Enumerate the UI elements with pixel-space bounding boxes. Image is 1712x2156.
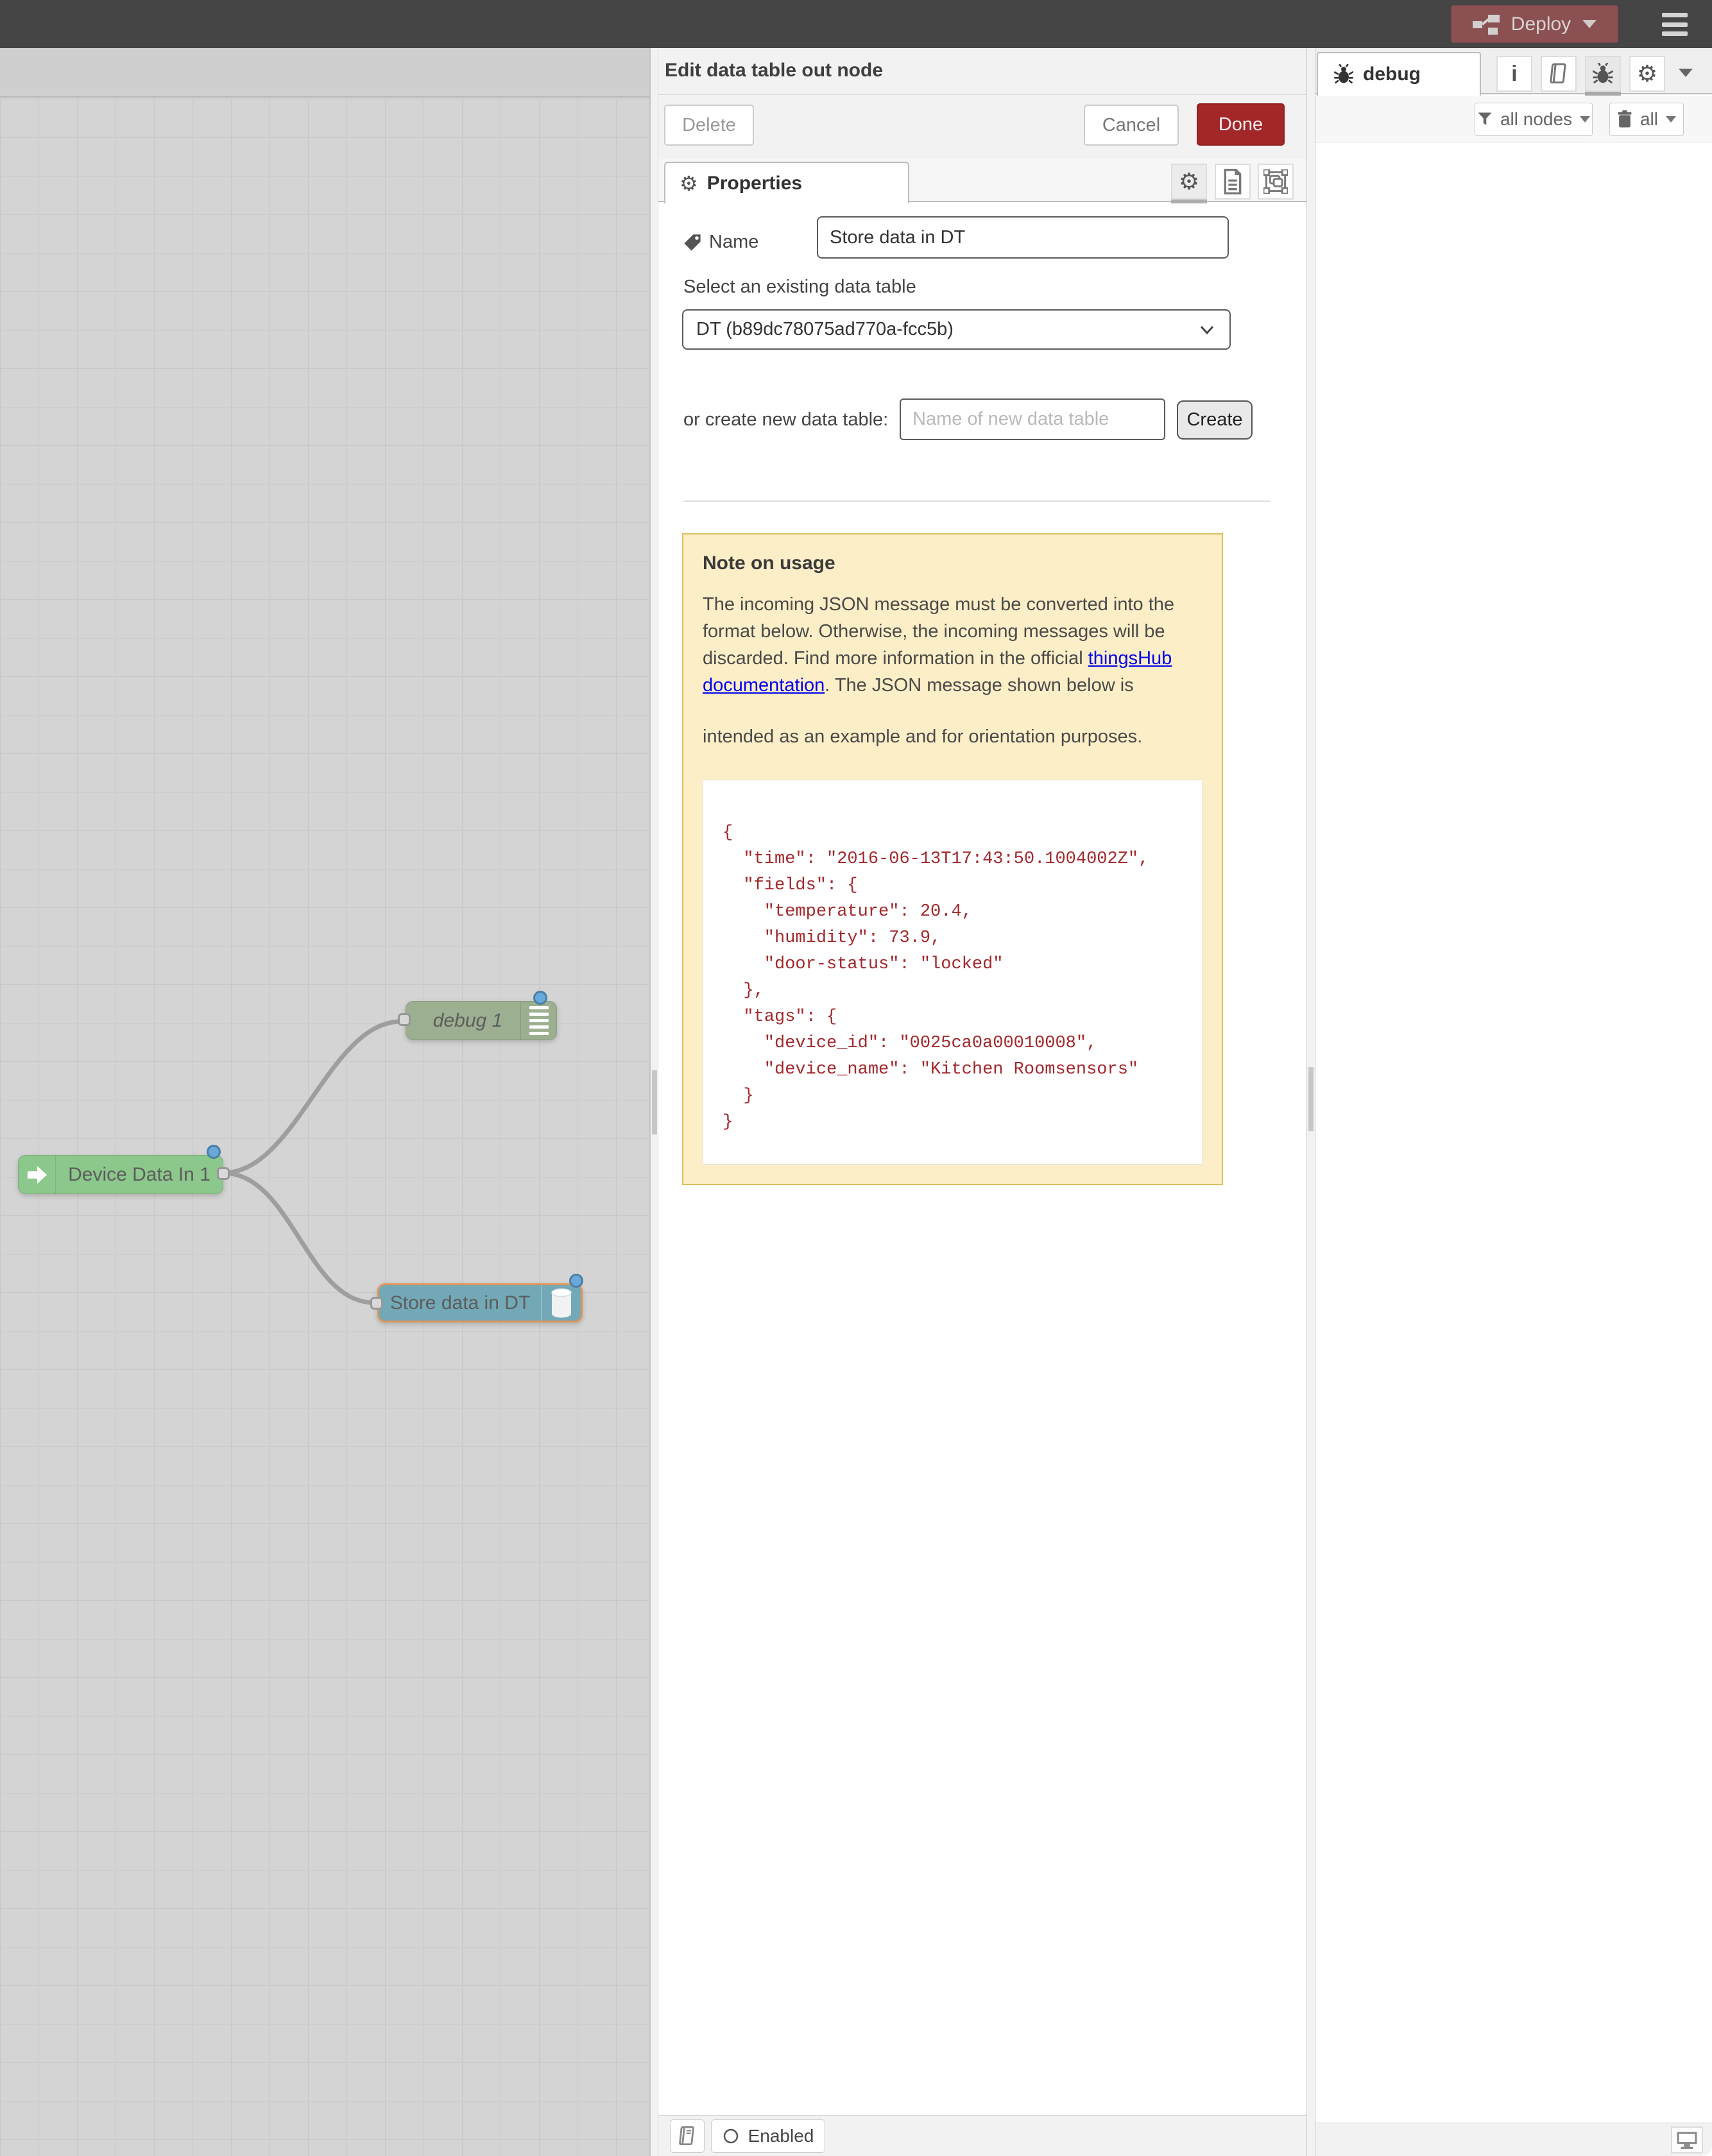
flow-canvas[interactable]: Device Data In 1 debug 1 Store data in D…: [0, 48, 649, 2156]
usage-note-body: The incoming JSON message must be conver…: [703, 591, 1190, 699]
changed-indicator: [207, 1145, 221, 1159]
gear-icon: ⚙: [1637, 62, 1657, 85]
usage-note-body-2: intended as an example and for orientati…: [703, 723, 1190, 750]
workspace-tab-strip[interactable]: [0, 48, 649, 98]
data-table-select-value: DT (b89dc78075ad770a-fcc5b): [696, 319, 954, 340]
debug-toolbar: all nodes all: [1315, 96, 1712, 142]
json-example-box: { "time": "2016-06-13T17:43:50.1004002Z"…: [703, 780, 1203, 1165]
usage-note: Note on usage The incoming JSON message …: [682, 533, 1223, 1185]
debug-sidebar: debug i ⚙ all nodes: [1315, 48, 1712, 2156]
json-example-code: { "time": "2016-06-13T17:43:50.1004002Z"…: [723, 820, 1183, 1136]
node-store-data-in-dt[interactable]: Store data in DT: [377, 1283, 583, 1322]
delete-button[interactable]: Delete: [664, 105, 754, 146]
caret-down-icon: [1580, 116, 1590, 123]
book-icon: [678, 2125, 697, 2147]
open-debug-window-button[interactable]: [1671, 2126, 1703, 2153]
debug-tab-button[interactable]: [1585, 56, 1621, 92]
create-button[interactable]: Create: [1177, 400, 1253, 440]
status-circle-icon: [723, 2128, 739, 2144]
input-port[interactable]: [398, 1013, 411, 1026]
deploy-caret-icon: [1582, 20, 1596, 28]
usage-note-title: Note on usage: [703, 552, 1203, 574]
sidebar-menu-caret-icon[interactable]: [1679, 69, 1693, 77]
output-port[interactable]: [217, 1167, 230, 1180]
panel-resize-handle-left[interactable]: [649, 48, 658, 2156]
node-label: Store data in DT: [379, 1292, 541, 1314]
debug-filter-button[interactable]: all nodes: [1475, 103, 1593, 136]
appearance-view-button[interactable]: [1258, 164, 1294, 200]
header-bar: Deploy: [0, 0, 1712, 48]
monitor-icon: [1676, 2131, 1698, 2149]
debug-message-list[interactable]: [1315, 142, 1712, 2123]
settings-tab-button[interactable]: ⚙: [1629, 56, 1665, 92]
node-label: debug 1: [406, 1010, 520, 1032]
select-table-label: Select an existing data table: [683, 277, 916, 298]
node-label: Device Data In 1: [56, 1164, 223, 1186]
edit-dialog-footer: Enabled: [658, 2115, 1306, 2156]
edit-dialog: Edit data table out node Delete Cancel D…: [658, 48, 1306, 2156]
cancel-button[interactable]: Cancel: [1084, 105, 1179, 146]
debug-clear-button[interactable]: all: [1609, 103, 1684, 136]
grip-icon: [652, 1070, 657, 1134]
bug-icon: [1592, 63, 1614, 85]
chevron-down-icon: [1197, 323, 1217, 336]
tab-properties[interactable]: ⚙ Properties: [664, 162, 909, 203]
tab-debug[interactable]: debug: [1317, 52, 1481, 96]
description-view-button[interactable]: [1215, 164, 1251, 200]
info-icon: i: [1511, 63, 1517, 85]
debug-lines-icon: [520, 1002, 556, 1040]
input-port[interactable]: [370, 1297, 383, 1310]
tab-properties-label: Properties: [707, 173, 802, 194]
gear-icon: ⚙: [1179, 170, 1199, 193]
edit-dialog-titlebar: Edit data table out node: [658, 48, 1306, 95]
wire: [223, 1173, 373, 1303]
node-device-data-in[interactable]: Device Data In 1: [18, 1155, 223, 1194]
changed-indicator: [533, 991, 547, 1005]
name-input[interactable]: [817, 216, 1229, 259]
node-enabled-toggle[interactable]: Enabled: [711, 2119, 825, 2153]
wire: [223, 1022, 401, 1173]
input-arrow-icon: [19, 1156, 56, 1194]
book-icon: [1548, 62, 1569, 85]
wires-layer: [0, 99, 649, 2156]
deploy-label: Deploy: [1511, 13, 1571, 35]
caret-down-icon: [1666, 116, 1676, 123]
trash-icon: [1617, 110, 1632, 128]
bug-icon: [1333, 64, 1354, 85]
funnel-icon: [1477, 112, 1493, 127]
help-tab-button[interactable]: [1541, 56, 1577, 92]
appearance-icon: [1263, 169, 1288, 194]
panel-resize-handle-right[interactable]: [1306, 48, 1315, 2156]
tag-icon: [683, 234, 701, 252]
edit-dialog-toolbar: Delete Cancel Done: [658, 95, 1306, 159]
database-icon: [541, 1285, 581, 1321]
workspace-grid[interactable]: Device Data In 1 debug 1 Store data in D…: [0, 99, 649, 2156]
data-table-select[interactable]: DT (b89dc78075ad770a-fcc5b): [682, 309, 1231, 350]
node-red-app: Deploy Device Data In 1 debug 1: [0, 0, 1712, 2156]
main-menu-button[interactable]: [1662, 13, 1688, 36]
done-button[interactable]: Done: [1197, 103, 1285, 146]
create-table-label: or create new data table:: [683, 409, 888, 431]
tab-debug-label: debug: [1363, 64, 1421, 85]
deploy-icon: [1473, 13, 1500, 35]
debug-footer: [1315, 2123, 1712, 2156]
deploy-button[interactable]: Deploy: [1451, 5, 1618, 43]
node-help-button[interactable]: [670, 2119, 705, 2153]
divider: [683, 501, 1271, 502]
properties-view-button[interactable]: ⚙: [1171, 164, 1207, 200]
grip-icon: [1308, 1067, 1314, 1131]
edit-dialog-title: Edit data table out node: [665, 60, 883, 81]
changed-indicator: [569, 1274, 583, 1288]
new-table-name-input[interactable]: [900, 398, 1165, 440]
document-icon: [1222, 169, 1244, 194]
gear-icon: ⚙: [680, 171, 698, 196]
node-debug-1[interactable]: debug 1: [406, 1001, 557, 1040]
info-tab-button[interactable]: i: [1496, 56, 1532, 92]
name-field-label: Name: [683, 232, 758, 253]
